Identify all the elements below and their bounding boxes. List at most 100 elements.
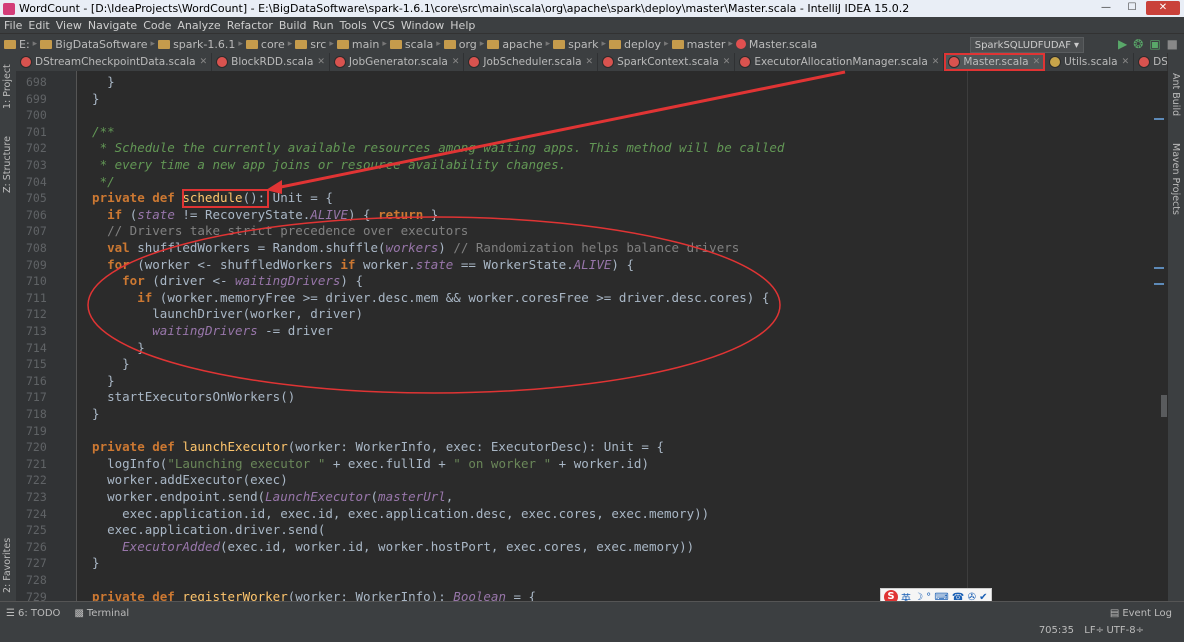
menu-bar: File Edit View Navigate Code Analyze Ref… [0,17,1184,33]
breadcrumb-src[interactable]: src ▸ [295,38,334,51]
folder-icon [671,39,684,49]
line-number: 711 [26,290,47,305]
todo-tool-button[interactable]: ☰ 6: TODO [6,608,60,619]
breadcrumb-bigdatasoftware[interactable]: BigDataSoftware ▸ [40,38,155,51]
close-icon[interactable]: ✕ [452,57,460,67]
folder-icon [40,39,53,49]
schedule-method-name: schedule [182,190,243,206]
line-number: 726 [26,539,47,554]
breadcrumb-deploy[interactable]: deploy ▸ [609,38,669,51]
menu-refactor[interactable]: Refactor [227,19,273,32]
code-line: * Schedule the currently available resou… [77,140,785,156]
line-number: 717 [26,390,47,405]
menu-tools[interactable]: Tools [340,19,367,32]
line-number: 708 [26,241,47,255]
breadcrumb-core[interactable]: core ▸ [245,38,292,51]
line-number: 700 [26,108,47,123]
line-number: 706 [26,207,47,222]
project-tool-button[interactable]: 1: Project [2,64,13,109]
code-line: exec.application.id, exec.id, exec.appli… [77,505,710,521]
editor-tab-bar: DStreamCheckpointData.scala ✕ BlockRDD.sc… [16,53,1168,72]
line-number: 724 [26,506,47,521]
tab-jobgenerator[interactable]: JobGenerator.scala ✕ [330,53,465,71]
breadcrumb-drive[interactable]: E: ▸ [4,38,37,51]
close-icon[interactable]: ✕ [1122,57,1130,67]
line-number: 718 [26,407,47,421]
breadcrumb-org[interactable]: org ▸ [443,38,484,51]
maven-projects-tool-button[interactable]: Maven Projects [1170,143,1181,215]
code-line: // Drivers take strict precedence over e… [77,223,469,239]
line-separator[interactable]: LF÷ [1084,625,1104,636]
editor-scrollbar-thumb[interactable] [1161,395,1167,417]
tab-master[interactable]: Master.scala ✕ [944,53,1046,71]
tab-dstreamcheckpointdata[interactable]: DStreamCheckpointData.scala ✕ [16,53,213,71]
scala-file-icon [735,39,746,49]
breadcrumb-main[interactable]: main ▸ [336,38,387,51]
close-icon[interactable]: ✕ [200,57,208,67]
coverage-icon[interactable]: ▣ [1149,37,1160,51]
run-icon[interactable]: ▶ [1118,37,1127,51]
minimize-button[interactable]: — [1094,1,1118,15]
menu-run[interactable]: Run [313,19,334,32]
breadcrumb-master-scala[interactable]: Master.scala [735,38,817,51]
scroll-marker[interactable] [1154,283,1164,285]
tab-sparkcontext[interactable]: SparkContext.scala ✕ [598,53,736,71]
close-icon[interactable]: ✕ [723,57,731,67]
right-margin-guide [967,71,968,601]
menu-code[interactable]: Code [143,19,171,32]
tab-blockrdd[interactable]: BlockRDD.scala ✕ [212,53,330,71]
line-number: 704 [26,174,47,189]
stop-icon[interactable]: ■ [1167,37,1178,51]
code-line: } [77,339,145,355]
menu-edit[interactable]: Edit [28,19,49,32]
menu-build[interactable]: Build [279,19,307,32]
close-icon[interactable]: ✕ [317,57,325,67]
menu-view[interactable]: View [56,19,82,32]
favorites-tool-button[interactable]: 2: Favorites [2,538,13,593]
caret-position[interactable]: 705:35 [1039,625,1074,636]
terminal-tool-button[interactable]: ▩ Terminal [74,608,129,619]
breadcrumb-master[interactable]: master ▸ [671,38,733,51]
structure-tool-button[interactable]: Z: Structure [2,136,13,193]
breadcrumb-apache[interactable]: apache ▸ [487,38,550,51]
folder-icon [4,39,16,49]
close-button[interactable]: ✕ [1146,1,1180,15]
scroll-marker[interactable] [1154,118,1164,120]
run-configuration-select[interactable]: SparkSQLUDFUDAF ▾ [969,37,1084,53]
menu-window[interactable]: Window [401,19,444,32]
ant-build-tool-button[interactable]: Ant Build [1170,73,1181,116]
menu-help[interactable]: Help [450,19,475,32]
menu-analyze[interactable]: Analyze [177,19,220,32]
breadcrumb-spark-pkg[interactable]: spark ▸ [553,38,606,51]
tab-utils[interactable]: Utils.scala ✕ [1045,53,1135,71]
close-icon[interactable]: ✕ [1033,57,1041,67]
tab-executorallocationmanager[interactable]: ExecutorAllocationManager.scala ✕ [735,53,945,71]
code-line: startExecutorsOnWorkers() [77,389,296,405]
menu-navigate[interactable]: Navigate [88,19,137,32]
scroll-marker[interactable] [1154,267,1164,269]
tab-jobscheduler[interactable]: JobScheduler.scala ✕ [464,53,599,71]
close-icon[interactable]: ✕ [932,57,940,67]
todo-icon: ☰ [6,607,15,619]
code-line: for (driver <- waitingDrivers) { [77,273,363,289]
menu-vcs[interactable]: VCS [373,19,395,32]
file-encoding[interactable]: UTF-8÷ [1106,625,1144,636]
line-number: 716 [26,373,47,388]
menu-file[interactable]: File [4,19,22,32]
line-number: 701 [26,124,47,139]
close-icon[interactable]: ✕ [586,57,594,67]
maximize-button[interactable]: ☐ [1120,1,1144,15]
line-number: 715 [26,357,47,372]
code-line: } [77,555,100,571]
breadcrumb-spark[interactable]: spark-1.6.1 ▸ [158,38,243,51]
event-log-button[interactable]: ▤ Event Log [1110,608,1172,619]
folder-icon [553,39,566,49]
code-editor[interactable]: } } /** * Schedule the currently availab… [77,71,1168,601]
breadcrumb-scala[interactable]: scala ▸ [389,38,441,51]
line-number: 723 [26,490,47,504]
code-line: waitingDrivers -= driver [152,323,333,338]
run-config-label: SparkSQLUDFUDAF [974,39,1071,51]
tab-dstreamgraph[interactable]: DStreamGraph.scala✕ [1134,53,1168,71]
line-number-gutter: 698 699 700 701 702 703 704 705 706 707 … [16,71,77,604]
debug-icon[interactable]: ❂ [1133,37,1143,51]
